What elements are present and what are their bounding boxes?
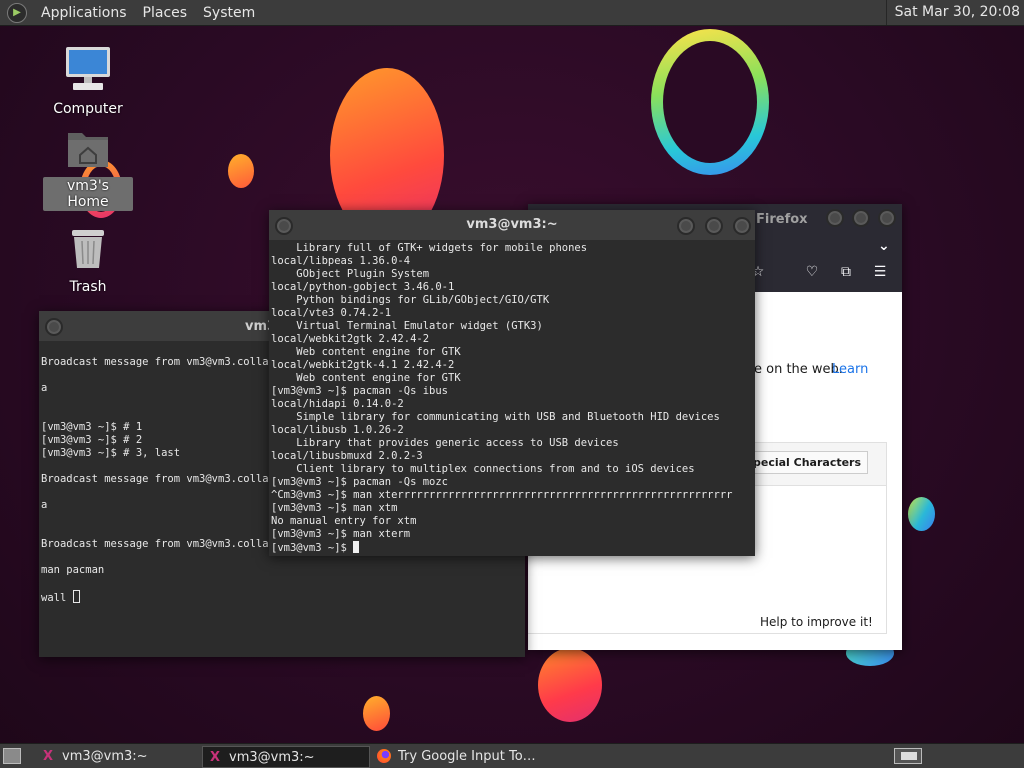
terminal-line: Broadcast message from vm3@vm3.collabn [41, 356, 282, 368]
clock[interactable]: Sat Mar 30, 20:08 [885, 0, 1024, 25]
show-desktop-icon[interactable] [3, 748, 21, 764]
terminal-line: a [41, 382, 48, 394]
desktop-icon-home[interactable]: vm3's Home [43, 127, 133, 211]
terminal-line: Web content engine for GTK [296, 346, 461, 358]
terminal-line: Library that provides generic access to … [296, 437, 619, 449]
terminal-line: [vm3@vm3 ~]$ # 3, last [41, 447, 181, 459]
desktop-icon-trash[interactable]: Trash [43, 228, 133, 296]
wallpaper-bottom-blob [538, 648, 602, 722]
terminal-cursor [353, 541, 360, 553]
terminal-line: [vm3@vm3 ~]$ pacman -Qs ibus [271, 385, 449, 397]
learn-link[interactable]: Learn [832, 362, 868, 377]
task-label: vm3@vm3:~ [229, 749, 315, 765]
help-improve-text[interactable]: Help to improve it! [760, 615, 873, 629]
app-menu-icon[interactable]: ☰ [870, 262, 890, 282]
terminal-line: a [41, 499, 48, 511]
terminal-cursor [72, 590, 80, 603]
terminal-front-text: Library full of GTK+ widgets for mobile … [271, 242, 732, 540]
menu-places[interactable]: Places [135, 5, 196, 21]
terminal-front-prompt: [vm3@vm3 ~]$ [271, 542, 354, 554]
minimize-button[interactable] [826, 209, 844, 227]
extensions-icon[interactable]: ⧉ [836, 262, 856, 282]
terminal-line: Web content engine for GTK [296, 372, 461, 384]
special-characters-button[interactable]: pecial Characters [746, 451, 869, 474]
close-button[interactable] [878, 209, 896, 227]
trash-icon [72, 230, 104, 268]
firefox-title: Firefox [756, 212, 808, 227]
top-panel: ▶ Applications Places System Sat Mar 30,… [0, 0, 1024, 26]
terminal-line: [vm3@vm3 ~]$ man xterm [271, 528, 411, 540]
taskbar-item-firefox[interactable]: Try Google Input To… [372, 746, 556, 766]
terminal-line: local/webkit2gtk 2.42.4-2 [271, 333, 430, 345]
terminal-line: [vm3@vm3 ~]$ # 2 [41, 434, 143, 446]
terminal-line: Virtual Terminal Emulator widget (GTK3) [296, 320, 543, 332]
close-button[interactable] [733, 217, 751, 235]
terminal-line: Simple library for communicating with US… [296, 411, 720, 423]
terminal-line: ^Cm3@vm3 ~]$ man xterrrrrrrrrrrrrrrrrrrr… [271, 489, 733, 501]
workspace-switcher-icon[interactable] [894, 748, 922, 764]
wallpaper-ring [651, 29, 769, 175]
terminal-line: local/python-gobject 3.46.0-1 [271, 281, 455, 293]
terminal-line: [vm3@vm3 ~]$ man xtm [271, 502, 398, 514]
terminal-line: local/vte3 0.74.2-1 [271, 307, 392, 319]
maximize-button[interactable] [705, 217, 723, 235]
bottom-panel: X vm3@vm3:~ X vm3@vm3:~ Try Google Input… [0, 743, 1024, 768]
taskbar-item-terminal-2[interactable]: X vm3@vm3:~ [202, 746, 370, 768]
terminal-line: local/webkit2gtk-4.1 2.42.4-2 [271, 359, 455, 371]
maximize-button[interactable] [852, 209, 870, 227]
taskbar-item-terminal-1[interactable]: X vm3@vm3:~ [36, 746, 200, 766]
desktop-icon-label: vm3's Home [43, 177, 133, 211]
desktop-icon-computer[interactable]: Computer [43, 44, 133, 118]
terminal-line: No manual entry for xtm [271, 515, 417, 527]
minimize-button[interactable] [677, 217, 695, 235]
computer-icon [66, 47, 110, 90]
terminal-line: Broadcast message from vm3@vm3.collabn [41, 538, 282, 550]
menu-applications[interactable]: Applications [33, 5, 135, 21]
task-label: vm3@vm3:~ [62, 748, 148, 764]
desktop-icon-label: Trash [69, 279, 107, 295]
terminal-line: GObject Plugin System [296, 268, 430, 280]
page-text-fragment: e on the web. [754, 362, 843, 377]
terminal-line: [vm3@vm3 ~]$ # 1 [41, 421, 143, 433]
distro-logo-icon[interactable]: ▶ [7, 2, 27, 23]
task-label: Try Google Input To… [398, 748, 536, 764]
terminal-line: local/libusb 1.0.26-2 [271, 424, 404, 436]
terminal-line: local/libusbmuxd 2.0.2-3 [271, 450, 423, 462]
terminal-line: Library full of GTK+ widgets for mobile … [296, 242, 588, 254]
terminal-front-titlebar[interactable]: vm3@vm3:~ [269, 210, 755, 240]
pocket-icon[interactable]: ♡ [802, 262, 822, 282]
wallpaper-small-blob [228, 154, 254, 188]
desktop-icon-label: Computer [53, 101, 123, 117]
wallpaper-teal-blob [908, 497, 935, 531]
menu-system[interactable]: System [195, 5, 263, 21]
terminal-line: man pacman [41, 564, 105, 576]
terminal-back-text: Broadcast message from vm3@vm3.collabn a… [41, 356, 281, 576]
terminal-line: Client library to multiplex connections … [296, 463, 695, 475]
xterm-icon: X [42, 748, 54, 764]
terminal-line: local/libpeas 1.36.0-4 [271, 255, 411, 267]
terminal-window-front[interactable]: vm3@vm3:~ Library full of GTK+ widgets f… [269, 210, 755, 556]
firefox-icon [376, 748, 392, 764]
window-menu-button[interactable] [45, 318, 63, 336]
terminal-line: Broadcast message from vm3@vm3.collabn [41, 473, 282, 485]
terminal-line: [vm3@vm3 ~]$ pacman -Qs mozc [271, 476, 449, 488]
terminal-front-output[interactable]: Library full of GTK+ widgets for mobile … [269, 240, 755, 556]
wallpaper-bottom-small-blob [363, 696, 390, 731]
terminal-back-prompt: wall [41, 592, 73, 604]
terminal-line: local/hidapi 0.14.0-2 [271, 398, 404, 410]
xterm-icon: X [209, 749, 221, 765]
home-folder-icon [68, 133, 108, 167]
terminal-line: Python bindings for GLib/GObject/GIO/GTK [296, 294, 550, 306]
